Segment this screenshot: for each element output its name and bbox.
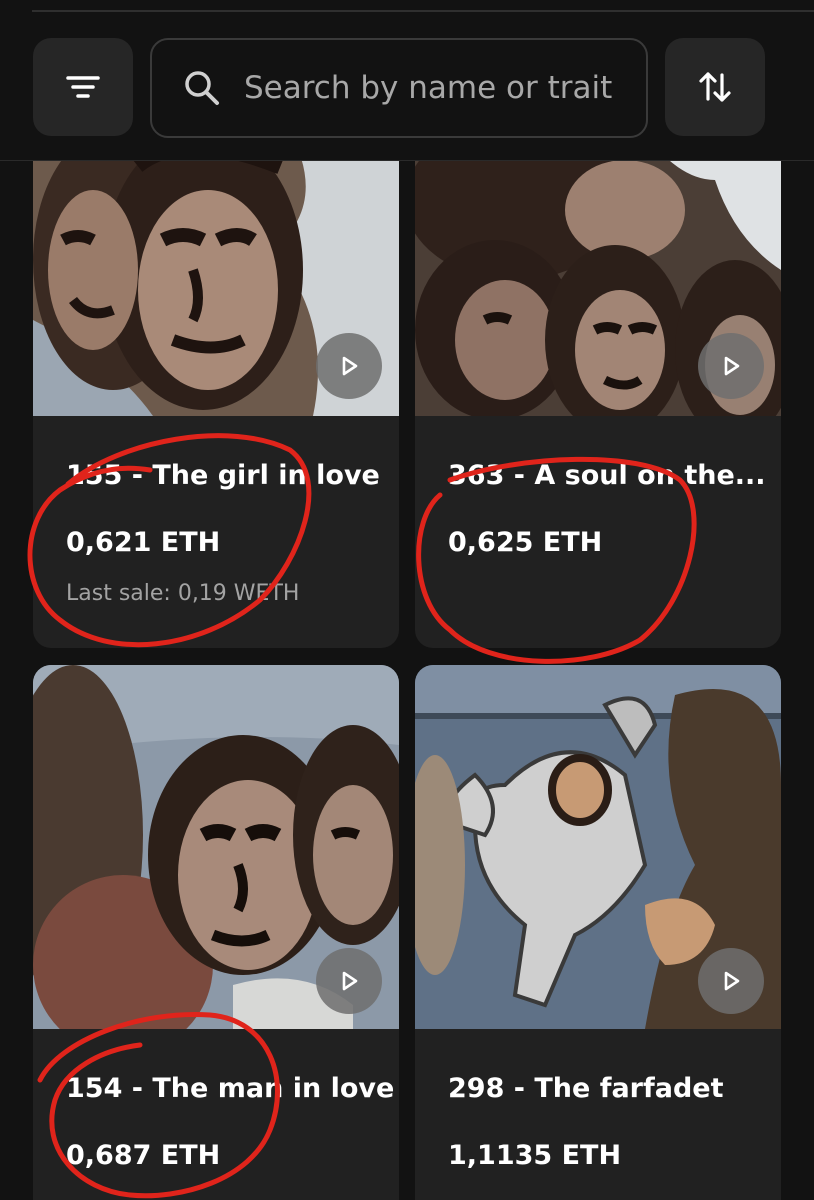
item-card[interactable]: 155 - The girl in love 0,621 ETH Last sa… bbox=[33, 120, 399, 648]
play-button[interactable] bbox=[698, 333, 764, 399]
divider bbox=[32, 10, 814, 12]
item-card[interactable]: 154 - The man in love 0,687 ETH bbox=[33, 665, 399, 1200]
item-card[interactable]: 298 - The farfadet 1,1135 ETH bbox=[415, 665, 781, 1200]
item-name: 363 - A soul on the... bbox=[448, 460, 766, 491]
item-artwork-image bbox=[33, 665, 399, 1029]
item-artwork-image bbox=[415, 120, 781, 416]
search-input[interactable] bbox=[242, 69, 646, 107]
item-artwork-image bbox=[415, 665, 781, 1029]
search-bar[interactable] bbox=[150, 38, 648, 138]
item-artwork-image bbox=[33, 120, 399, 416]
item-price: 0,625 ETH bbox=[448, 527, 603, 558]
play-icon bbox=[724, 356, 740, 376]
item-price: 0,687 ETH bbox=[66, 1140, 221, 1171]
play-button[interactable] bbox=[698, 948, 764, 1014]
item-name: 154 - The man in love bbox=[66, 1073, 395, 1104]
item-card[interactable]: 363 - A soul on the... 0,625 ETH bbox=[415, 120, 781, 648]
toolbar bbox=[0, 0, 814, 161]
play-icon bbox=[724, 971, 740, 991]
item-name: 155 - The girl in love bbox=[66, 460, 380, 491]
item-grid: 155 - The girl in love 0,621 ETH Last sa… bbox=[0, 0, 814, 1200]
sort-button[interactable] bbox=[665, 38, 765, 136]
item-name: 298 - The farfadet bbox=[448, 1073, 724, 1104]
last-sale-text: Last sale: 0,19 WETH bbox=[66, 581, 300, 606]
play-button[interactable] bbox=[316, 333, 382, 399]
sort-arrows-icon bbox=[699, 72, 731, 102]
item-price: 1,1135 ETH bbox=[448, 1140, 622, 1171]
item-price: 0,621 ETH bbox=[66, 527, 221, 558]
play-icon bbox=[342, 356, 358, 376]
search-icon bbox=[185, 71, 219, 105]
filter-lines-icon bbox=[66, 76, 100, 98]
nft-collection-page: 155 - The girl in love 0,621 ETH Last sa… bbox=[0, 0, 814, 1200]
play-button[interactable] bbox=[316, 948, 382, 1014]
play-icon bbox=[342, 971, 358, 991]
filter-button[interactable] bbox=[33, 38, 133, 136]
